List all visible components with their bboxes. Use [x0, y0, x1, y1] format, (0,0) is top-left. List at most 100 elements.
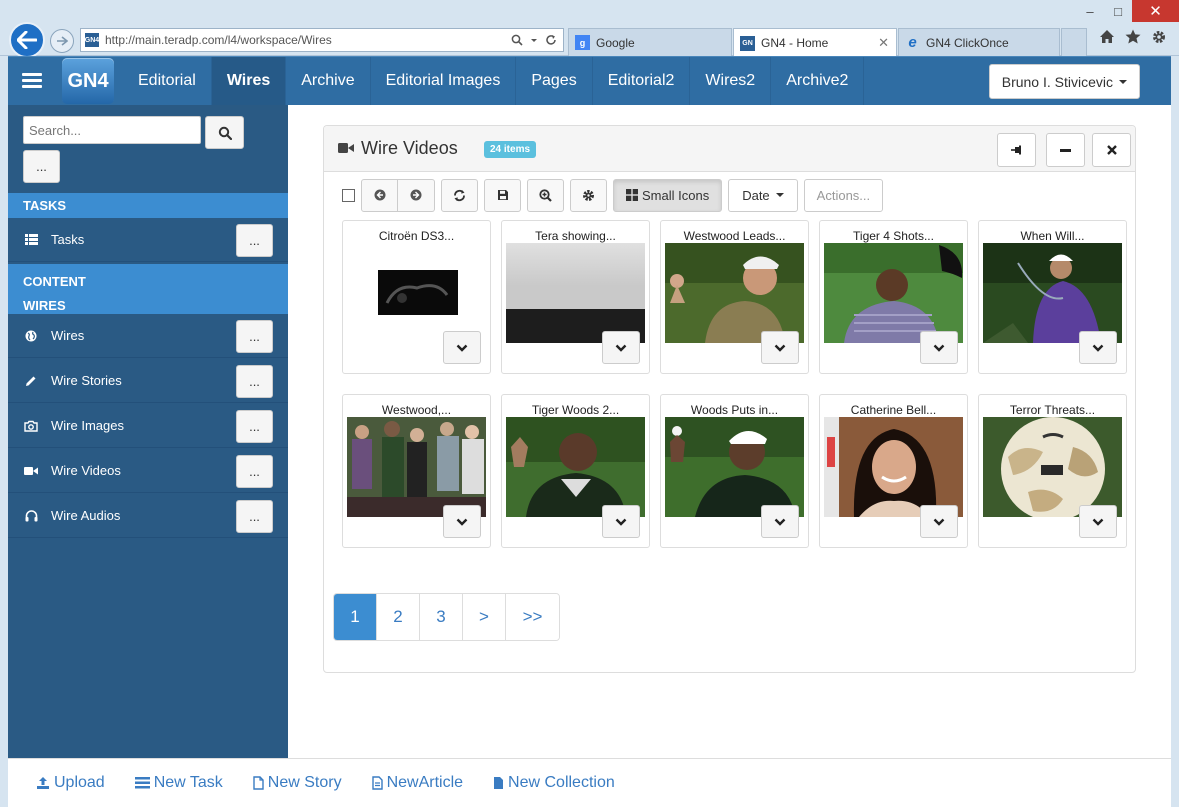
address-bar[interactable]: GN4 http://main.teradp.com/l4/workspace/…: [80, 28, 564, 52]
chevron-down-icon: [456, 518, 468, 526]
new-article-link[interactable]: NewArticle: [371, 774, 463, 792]
new-collection-link[interactable]: New Collection: [493, 774, 615, 792]
tab-editorial-images[interactable]: Editorial Images: [371, 57, 517, 105]
media-card[interactable]: Terror Threats...: [978, 394, 1127, 548]
thumbnail-crowd: [347, 417, 486, 517]
close-panel-button[interactable]: [1092, 133, 1131, 167]
wire-images-more-button[interactable]: ...: [236, 410, 273, 443]
card-dropdown-button[interactable]: [443, 331, 481, 364]
sidebar-item-wire-images[interactable]: Wire Images ...: [8, 404, 288, 448]
card-title: Terror Threats...: [1009, 403, 1096, 417]
media-card[interactable]: When Will...: [978, 220, 1127, 374]
tab-gn4-home[interactable]: GN GN4 - Home ✕: [733, 28, 897, 57]
page-1-button[interactable]: 1: [334, 594, 377, 640]
sort-label: Date: [742, 187, 770, 203]
address-url[interactable]: http://main.teradp.com/l4/workspace/Wire…: [105, 33, 511, 47]
search-options-button[interactable]: ...: [23, 150, 60, 183]
page-3-button[interactable]: 3: [420, 594, 463, 640]
zoom-button[interactable]: [527, 178, 564, 212]
chevron-down-icon: [456, 344, 468, 352]
user-menu-button[interactable]: Bruno I. Stivicevic: [988, 64, 1140, 99]
card-dropdown-button[interactable]: [443, 505, 481, 538]
tab-archive2[interactable]: Archive2: [771, 57, 865, 105]
back-button[interactable]: [9, 22, 45, 58]
sidebar-item-wires[interactable]: Wires ...: [8, 314, 288, 358]
media-card[interactable]: Westwood,...: [342, 394, 491, 548]
view-mode-button[interactable]: Small Icons: [613, 178, 723, 212]
card-dropdown-button[interactable]: [761, 331, 799, 364]
wire-videos-more-button[interactable]: ...: [236, 455, 273, 488]
last-page-button[interactable]: >>: [506, 594, 559, 640]
refresh-button[interactable]: [441, 178, 478, 212]
new-tab-button[interactable]: [1061, 28, 1087, 56]
wire-audios-more-button[interactable]: ...: [236, 500, 273, 533]
page-2-button[interactable]: 2: [377, 594, 420, 640]
card-dropdown-button[interactable]: [1079, 331, 1117, 364]
card-dropdown-button[interactable]: [1079, 505, 1117, 538]
minimize-panel-button[interactable]: [1046, 133, 1085, 167]
wire-stories-more-button[interactable]: ...: [236, 365, 273, 398]
next-page-button[interactable]: >: [463, 594, 506, 640]
pencil-icon: [23, 373, 39, 389]
tab-editorial[interactable]: Editorial: [123, 57, 212, 105]
new-story-link[interactable]: New Story: [253, 774, 342, 792]
select-all-checkbox[interactable]: [342, 188, 355, 202]
favorites-star-icon[interactable]: [1125, 29, 1141, 44]
media-card[interactable]: Woods Puts in...: [660, 394, 809, 548]
close-tab-icon[interactable]: ✕: [878, 35, 889, 51]
actions-button[interactable]: Actions...: [803, 178, 884, 212]
card-dropdown-button[interactable]: [920, 331, 958, 364]
tab-google[interactable]: g Google: [568, 28, 732, 56]
wires-more-button[interactable]: ...: [236, 320, 273, 353]
tab-pages[interactable]: Pages: [516, 57, 593, 105]
hamburger-menu-icon[interactable]: [22, 73, 42, 89]
upload-link[interactable]: Upload: [36, 774, 105, 792]
new-task-link[interactable]: New Task: [134, 774, 223, 792]
sidebar-item-wire-stories[interactable]: Wire Stories ...: [8, 359, 288, 403]
sidebar-item-tasks[interactable]: Tasks ...: [8, 218, 288, 262]
dropdown-arrow-icon[interactable]: [530, 34, 538, 46]
tab-gn4-clickonce[interactable]: e GN4 ClickOnce: [898, 28, 1060, 56]
card-dropdown-button[interactable]: [602, 505, 640, 538]
media-card[interactable]: Tiger Woods 2...: [501, 394, 650, 548]
sort-dropdown[interactable]: Date: [728, 178, 798, 212]
search-input[interactable]: [23, 116, 201, 144]
section-tasks: TASKS: [8, 193, 288, 218]
card-dropdown-button[interactable]: [761, 505, 799, 538]
search-icon[interactable]: [511, 34, 523, 46]
main-navigation: Editorial Wires Archive Editorial Images…: [123, 57, 865, 105]
refresh-icon[interactable]: [545, 34, 557, 46]
media-card[interactable]: Tera showing...: [501, 220, 650, 374]
media-card[interactable]: Westwood Leads...: [660, 220, 809, 374]
card-dropdown-button[interactable]: [920, 505, 958, 538]
tab-wires2[interactable]: Wires2: [690, 57, 772, 105]
tab-wires[interactable]: Wires: [211, 57, 287, 105]
close-icon: [1106, 145, 1117, 155]
save-button[interactable]: [484, 178, 521, 212]
media-card[interactable]: Citroën DS3...: [342, 220, 491, 374]
tab-archive[interactable]: Archive: [286, 57, 371, 105]
tab-editorial2[interactable]: Editorial2: [593, 57, 691, 105]
sidebar-item-wire-videos[interactable]: Wire Videos ...: [8, 449, 288, 493]
previous-button[interactable]: [361, 178, 398, 212]
tasks-more-button[interactable]: ...: [236, 224, 273, 257]
forward-button[interactable]: [50, 29, 74, 53]
media-card[interactable]: Tiger 4 Shots...: [819, 220, 968, 374]
arrow-circle-left-icon: [374, 189, 385, 201]
card-dropdown-button[interactable]: [602, 331, 640, 364]
chevron-down-icon: [1092, 518, 1104, 526]
media-card[interactable]: Catherine Bell...: [819, 394, 968, 548]
close-window-button[interactable]: ✕: [1132, 0, 1179, 22]
settings-gear-icon[interactable]: [1151, 29, 1167, 45]
thumbnail-gray-screen: [506, 243, 645, 343]
upload-label: Upload: [54, 774, 105, 791]
maximize-button[interactable]: □: [1104, 0, 1132, 22]
sidebar-item-wire-audios[interactable]: Wire Audios ...: [8, 494, 288, 538]
settings-button[interactable]: [570, 178, 607, 212]
video-camera-icon: [338, 143, 354, 153]
minimize-button[interactable]: –: [1076, 0, 1104, 22]
pin-panel-button[interactable]: [997, 133, 1036, 167]
next-button[interactable]: [398, 178, 435, 212]
search-button[interactable]: [205, 116, 244, 149]
home-icon[interactable]: [1099, 29, 1115, 44]
